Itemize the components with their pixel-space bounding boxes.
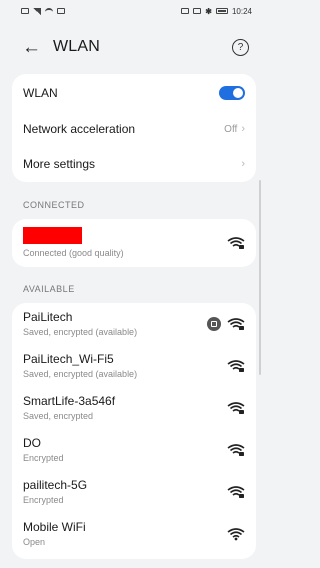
status-bar-right: ✱ 10:24 (181, 7, 252, 16)
connected-section-header: CONNECTED (23, 200, 85, 210)
network-acceleration-row[interactable]: Network acceleration Off › (12, 112, 256, 146)
wlan-toggle-row[interactable]: WLAN (12, 74, 256, 112)
wifi-lock-icon (227, 237, 245, 249)
network-status: Saved, encrypted (available) (23, 327, 138, 337)
header: ← WLAN ? (0, 22, 263, 72)
settings-card: WLAN Network acceleration Off › More set… (12, 74, 256, 182)
chevron-right-icon: › (241, 123, 245, 135)
network-text: pailitech-5G Encrypted (23, 478, 227, 506)
more-settings-label: More settings (23, 157, 96, 171)
status-bar-left (21, 7, 65, 15)
network-row[interactable]: pailitech-5G Encrypted (12, 471, 256, 513)
network-status: Encrypted (23, 495, 64, 505)
network-text: PaiLitech Saved, encrypted (available) (23, 310, 207, 338)
more-settings-row[interactable]: More settings › (12, 146, 256, 182)
wifi-icon (227, 528, 245, 541)
network-text: DO Encrypted (23, 436, 227, 464)
connected-network-text: Connected (good quality) (23, 227, 227, 259)
wifi-lock-icon (227, 360, 245, 372)
app-notification-icon (57, 8, 65, 14)
connected-card: Connected (good quality) (12, 219, 256, 267)
connected-network-row[interactable]: Connected (good quality) (12, 219, 256, 267)
wifi-lock-icon (227, 318, 245, 330)
available-section-header: AVAILABLE (23, 284, 75, 294)
signal-icon (33, 7, 41, 15)
scrollbar[interactable] (259, 180, 261, 375)
network-status: Encrypted (23, 453, 64, 463)
wlan-label: WLAN (23, 86, 58, 100)
wifi-status-icon (45, 8, 53, 14)
network-row[interactable]: Mobile WiFi Open (12, 513, 256, 555)
network-text: PaiLitech_Wi-Fi5 Saved, encrypted (avail… (23, 352, 227, 380)
nfc-icon (181, 8, 190, 14)
network-status: Open (23, 537, 46, 547)
network-text: SmartLife-3a546f Saved, encrypted (23, 394, 227, 422)
clock: 10:24 (231, 6, 252, 16)
wlan-toggle[interactable] (219, 86, 245, 100)
wifi-lock-icon (227, 402, 245, 414)
network-row[interactable]: PaiLitech Saved, encrypted (available) (12, 303, 256, 345)
connected-status: Connected (good quality) (23, 248, 124, 258)
battery-icon (215, 8, 228, 14)
network-name: PaiLitech (23, 310, 73, 324)
network-status: Saved, encrypted (available) (23, 369, 138, 379)
network-name: SmartLife-3a546f (23, 394, 116, 408)
redacted-network-name (23, 227, 82, 244)
network-row[interactable]: SmartLife-3a546f Saved, encrypted (12, 387, 256, 429)
shared-network-icon (207, 317, 221, 331)
back-arrow-icon[interactable]: ← (22, 38, 41, 57)
network-text: Mobile WiFi Open (23, 520, 227, 548)
network-row[interactable]: PaiLitech_Wi-Fi5 Saved, encrypted (avail… (12, 345, 256, 387)
chevron-right-icon: › (241, 158, 245, 170)
network-status: Saved, encrypted (23, 411, 94, 421)
network-name: Mobile WiFi (23, 520, 86, 534)
toggle-knob (233, 88, 243, 98)
network-name: DO (23, 436, 41, 450)
available-card: PaiLitech Saved, encrypted (available) P… (12, 303, 256, 559)
network-acceleration-label: Network acceleration (23, 122, 136, 136)
wifi-lock-icon (227, 486, 245, 498)
status-bar: ✱ 10:24 (0, 0, 263, 22)
help-icon[interactable]: ? (232, 38, 249, 56)
bluetooth-icon: ✱ (205, 6, 212, 16)
network-name: PaiLitech_Wi-Fi5 (23, 352, 114, 366)
network-row[interactable]: DO Encrypted (12, 429, 256, 471)
network-name: pailitech-5G (23, 478, 88, 492)
vibrate-icon (193, 8, 202, 14)
network-acceleration-value: Off (224, 123, 238, 135)
wifi-lock-icon (227, 444, 245, 456)
page-title: WLAN (53, 38, 101, 55)
notification-icon (21, 8, 29, 14)
